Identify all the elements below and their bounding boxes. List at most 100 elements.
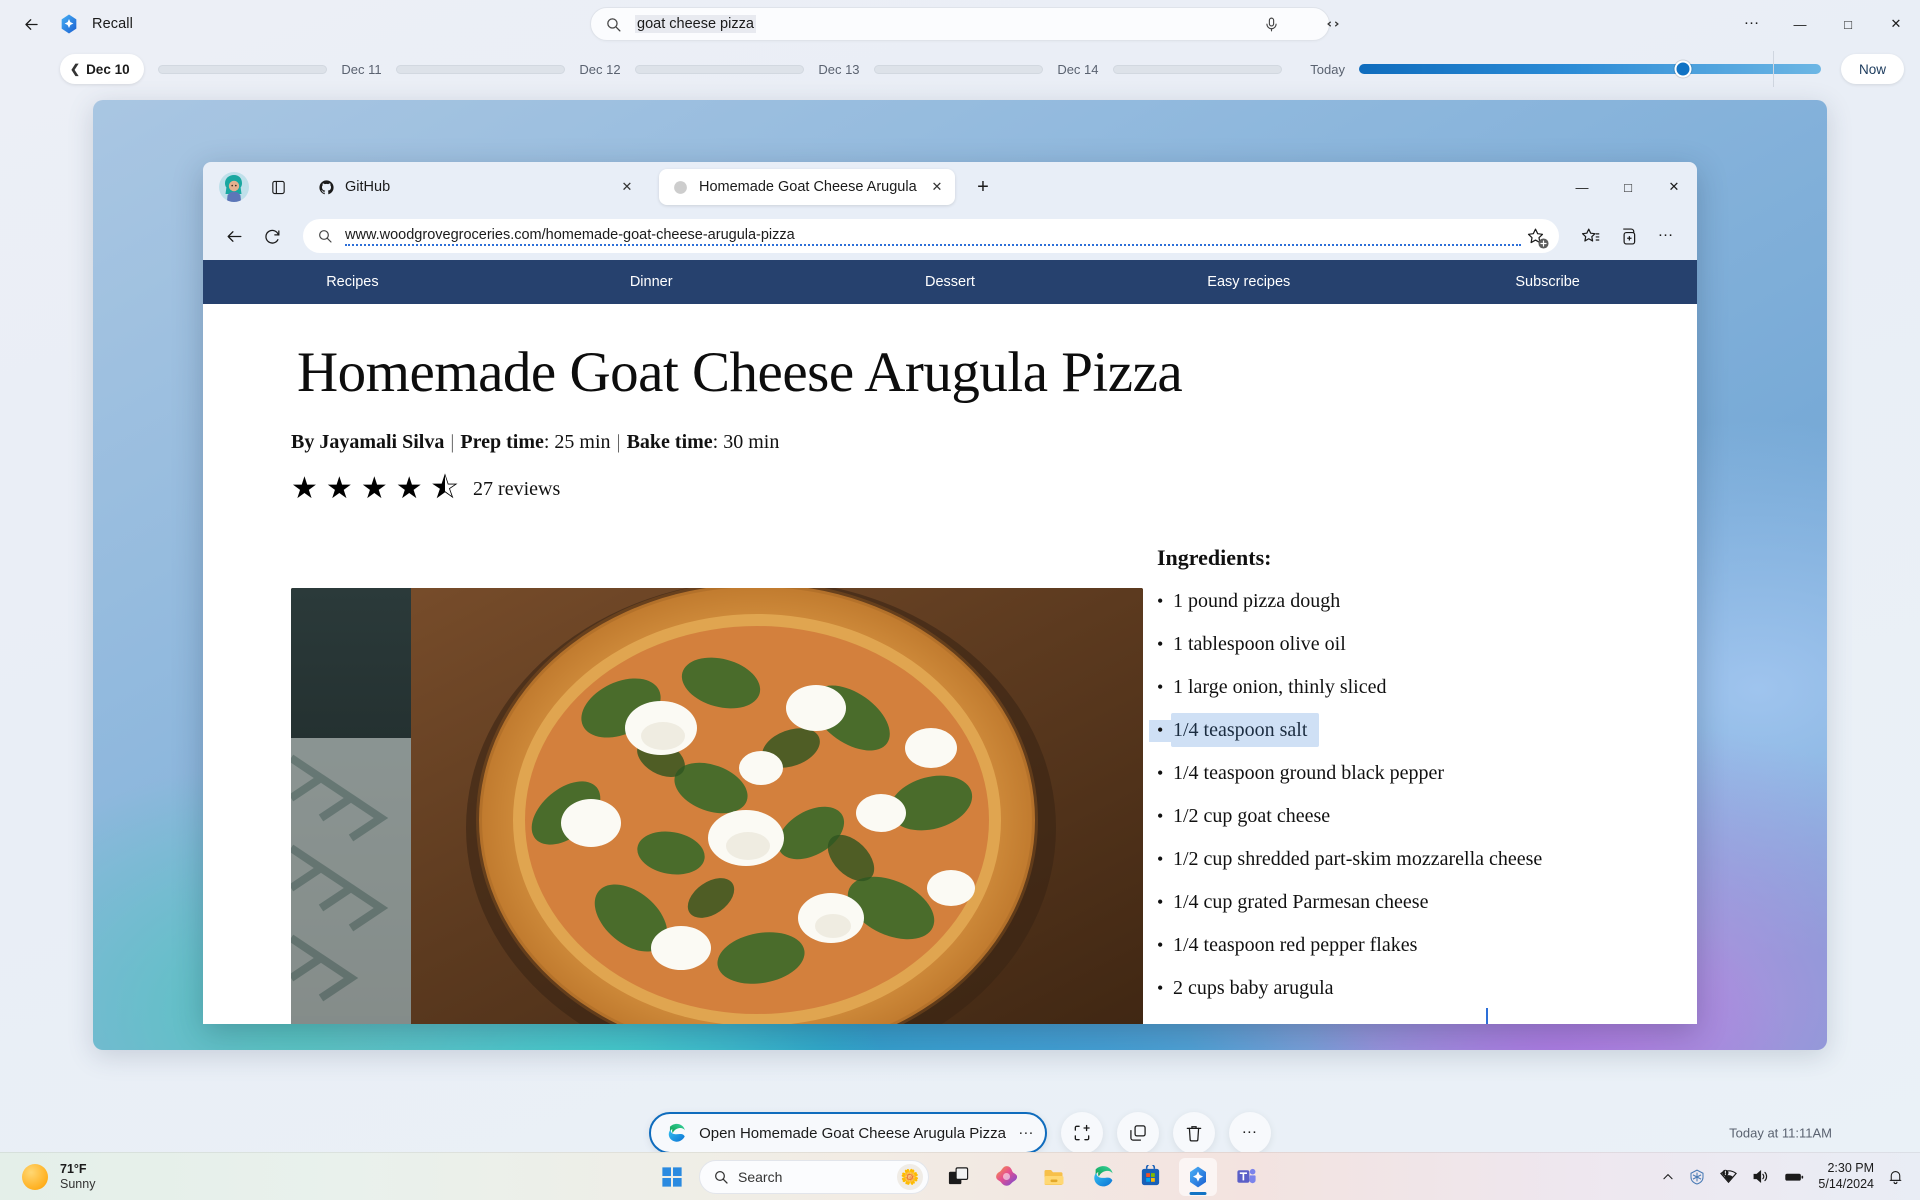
ingredient-item[interactable]: • 1/4 teaspoon red pepper flakes — [1149, 928, 1619, 962]
favorites-button[interactable] — [1573, 219, 1607, 253]
edge-icon — [1093, 1166, 1113, 1187]
tab-close-icon[interactable]: ✕ — [617, 177, 637, 197]
ingredient-item[interactable]: • 1 pound pizza dough — [1149, 584, 1619, 618]
ingredient-item[interactable]: • 1/2 cup shredded part-skim mozzarella c… — [1149, 842, 1619, 876]
edge-minimize-button[interactable]: — — [1559, 162, 1605, 212]
edge-button[interactable] — [1083, 1158, 1121, 1196]
search-more-options-button[interactable] — [1318, 11, 1348, 37]
window-more-button[interactable]: … — [1728, 0, 1776, 48]
volume-button[interactable] — [1751, 1167, 1770, 1186]
windows-start-icon[interactable] — [655, 1160, 689, 1194]
copilot-button[interactable] — [987, 1158, 1025, 1196]
maximize-button[interactable]: □ — [1824, 0, 1872, 48]
timeline-current-day-chip[interactable]: ❮ Dec 10 — [60, 54, 144, 84]
timeline-slider-thumb[interactable] — [1674, 60, 1692, 78]
battery-button[interactable] — [1783, 1166, 1805, 1188]
tab-search-icon[interactable] — [261, 171, 295, 203]
ingredient-text[interactable]: 1/4 cup grated Parmesan cheese — [1171, 885, 1441, 919]
file-explorer-button[interactable] — [1035, 1158, 1073, 1196]
timeline-label-dec13: Dec 13 — [818, 61, 860, 77]
address-bar[interactable]: www.woodgrovegroceries.com/homemade-goat… — [303, 219, 1559, 253]
ingredient-item[interactable]: • 1/2 cup goat cheese — [1149, 799, 1619, 833]
collections-button[interactable] — [1611, 219, 1645, 253]
taskbar-search-box[interactable]: Search 🌼 — [699, 1159, 929, 1194]
lotus-icon[interactable]: 🌼 — [897, 1163, 923, 1190]
notifications-button[interactable] — [1887, 1168, 1904, 1185]
browser-tab-recipe[interactable]: Homemade Goat Cheese Arugula Pizz ✕ — [659, 169, 955, 205]
bullet-icon: • — [1149, 849, 1171, 871]
recipe-byline: By Jayamali Silva | Prep time: 25 min | Bake… — [291, 431, 780, 454]
defender-button[interactable] — [1688, 1168, 1706, 1186]
ingredient-text[interactable]: 2 cups baby arugula — [1171, 971, 1346, 1005]
ingredient-text[interactable]: 1/4 teaspoon ground black pepper — [1171, 756, 1457, 790]
open-app-more-icon[interactable]: … — [1018, 1121, 1035, 1137]
new-tab-button[interactable]: + — [967, 171, 999, 203]
nav-dessert[interactable]: Dessert — [801, 274, 1100, 290]
chevron-up-icon — [1663, 1173, 1673, 1179]
copy-button[interactable] — [1116, 1112, 1159, 1154]
ingredient-text[interactable]: 1/2 cup shredded part-skim mozzarella ch… — [1171, 842, 1555, 876]
timeline-segment[interactable] — [1112, 64, 1283, 74]
delete-button[interactable] — [1172, 1112, 1215, 1154]
edge-window-controls: — □ ✕ — [1559, 162, 1697, 212]
network-button[interactable] — [1719, 1167, 1738, 1186]
browser-tab-github[interactable]: GitHub ✕ — [305, 169, 645, 205]
ingredient-text[interactable]: 1/4 teaspoon red pepper flakes — [1171, 928, 1430, 962]
close-button[interactable]: ✕ — [1872, 0, 1920, 48]
ingredient-text[interactable]: 1/2 cup goat cheese — [1171, 799, 1343, 833]
taskbar-clock[interactable]: 2:30 PM 5/14/2024 — [1818, 1161, 1874, 1192]
browser-settings-button[interactable]: … — [1649, 219, 1683, 253]
recall-search-box[interactable]: goat cheese pizza — [590, 7, 1330, 41]
nav-dinner[interactable]: Dinner — [502, 274, 801, 290]
minimize-button[interactable]: — — [1776, 0, 1824, 48]
tray-expand-button[interactable] — [1661, 1170, 1675, 1184]
timeline-segment[interactable] — [157, 64, 328, 74]
browser-back-button[interactable] — [217, 219, 251, 253]
avatar[interactable] — [219, 172, 249, 202]
tab-close-icon[interactable]: ✕ — [927, 177, 947, 197]
open-app-button[interactable]: Open Homemade Goat Cheese Arugula Pizza … — [649, 1112, 1047, 1154]
star-plus-icon[interactable] — [1521, 222, 1549, 250]
ingredient-item[interactable]: • 1/4 cup grated Parmesan cheese — [1149, 885, 1619, 919]
microphone-icon[interactable] — [1263, 16, 1281, 34]
ingredient-item[interactable]: • 2 cups baby arugula — [1149, 971, 1619, 1005]
weather-temperature: 71°F — [60, 1161, 87, 1176]
snip-button[interactable] — [1060, 1112, 1103, 1154]
teams-button[interactable] — [1227, 1158, 1265, 1196]
ingredient-text[interactable]: 1 large onion, thinly sliced — [1171, 670, 1399, 704]
byline-author: Jayamali Silva — [319, 431, 445, 453]
timeline-slider[interactable] — [1358, 51, 1821, 87]
ingredient-item-selected[interactable]: • 1/4 teaspoon salt — [1149, 713, 1619, 747]
snapshot-image[interactable]: GitHub ✕ Homemade Goat Cheese Arugula Pi… — [93, 100, 1827, 1050]
ingredient-item[interactable]: • 1 large onion, thinly sliced — [1149, 670, 1619, 704]
nav-recipes[interactable]: Recipes — [203, 274, 502, 290]
back-button[interactable] — [10, 7, 52, 41]
bullet-icon: • — [1149, 591, 1171, 613]
timeline-segment[interactable] — [634, 64, 805, 74]
ingredient-item[interactable]: • 1/4 teaspoon ground black pepper — [1149, 756, 1619, 790]
weather-widget[interactable]: 71°F Sunny — [22, 1162, 95, 1192]
nav-easy-recipes[interactable]: Easy recipes — [1099, 274, 1398, 290]
site-navigation: Recipes Dinner Dessert Easy recipes Subs… — [203, 260, 1697, 304]
search-input[interactable]: goat cheese pizza — [635, 15, 756, 33]
edge-close-button[interactable]: ✕ — [1651, 162, 1697, 212]
edge-maximize-button[interactable]: □ — [1605, 162, 1651, 212]
address-bar-url[interactable]: www.woodgrovegroceries.com/homemade-goat… — [345, 227, 1521, 246]
nav-subscribe[interactable]: Subscribe — [1398, 274, 1697, 290]
recall-taskbar-button[interactable] — [1179, 1157, 1217, 1196]
timeline-segment[interactable] — [395, 64, 566, 74]
ingredient-text-selected[interactable]: 1/4 teaspoon salt — [1171, 713, 1320, 747]
ingredient-text[interactable]: 1 tablespoon olive oil — [1171, 627, 1358, 661]
edge-browser-window[interactable]: GitHub ✕ Homemade Goat Cheese Arugula Pi… — [203, 162, 1697, 1024]
recall-timeline[interactable]: ❮ Dec 10 Dec 11 Dec 12 Dec 13 Dec 14 Tod… — [0, 48, 1920, 90]
browser-refresh-button[interactable] — [255, 219, 289, 253]
microsoft-store-button[interactable] — [1131, 1158, 1169, 1196]
timeline-track[interactable]: ❮ Dec 10 Dec 11 Dec 12 Dec 13 Dec 14 — [16, 54, 1296, 84]
ingredient-item[interactable]: • 1 tablespoon olive oil — [1149, 627, 1619, 661]
ingredients-heading: Ingredients: — [1149, 542, 1284, 574]
ingredient-text[interactable]: 1 pound pizza dough — [1171, 584, 1353, 618]
task-view-button[interactable] — [939, 1158, 977, 1196]
more-actions-button[interactable]: … — [1228, 1112, 1271, 1154]
now-button[interactable]: Now — [1840, 54, 1904, 84]
timeline-segment[interactable] — [873, 64, 1044, 74]
